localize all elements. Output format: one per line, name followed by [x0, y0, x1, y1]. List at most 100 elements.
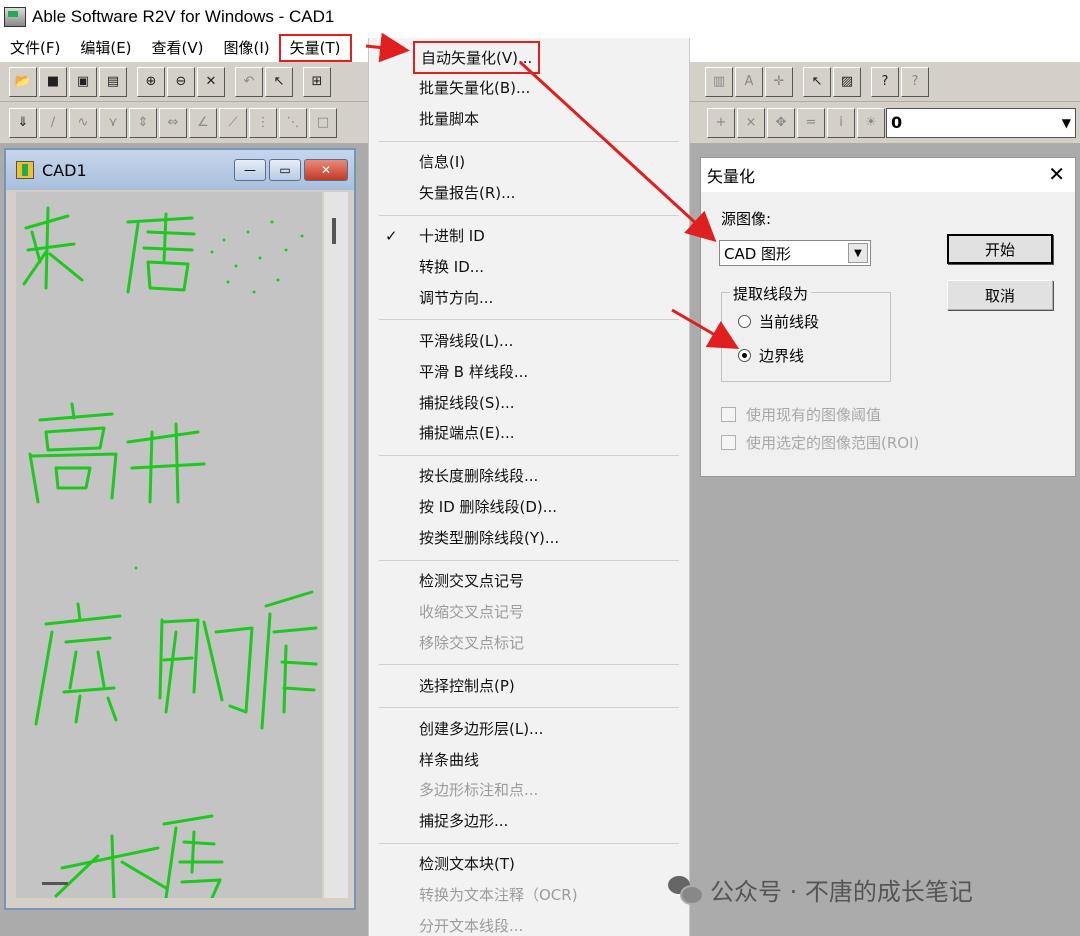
close-button[interactable]: ✕	[304, 159, 348, 181]
menu-item-label: 检测文本块(T)	[419, 855, 515, 874]
layer-select[interactable]: 0 ▼	[886, 107, 1076, 138]
radio-boundary[interactable]: 边界线	[738, 345, 804, 366]
checkbox-use-threshold[interactable]: 使用现有的图像阈值	[721, 404, 881, 425]
vectorize-dialog: 矢量化 ✕ 源图像: CAD 图形 ▼ 开始 取消 提取线段为 当前线段 边界线…	[700, 157, 1076, 477]
vector-menu-item[interactable]: 转换为文本注释（OCR)	[369, 880, 689, 910]
vector-menu-item[interactable]: 移除交叉点标记	[369, 627, 689, 657]
vector-menu-item[interactable]: 信息(I)	[369, 147, 689, 177]
menu-vector[interactable]: 矢量(T)	[278, 34, 352, 62]
vector-menu-item[interactable]: 批量矢量化(B)...	[369, 73, 689, 103]
select-node-icon[interactable]: ↖	[803, 66, 831, 97]
box-icon[interactable]: □	[309, 107, 337, 138]
split-vertical-icon[interactable]: ⇕	[129, 107, 157, 138]
horizontal-scroll-thumb[interactable]	[42, 882, 68, 885]
document-icon	[16, 161, 34, 179]
vector-menu-item[interactable]: 多边形标注和点...	[369, 775, 689, 805]
node-grid-icon[interactable]: ⋮	[249, 107, 277, 138]
help-icon[interactable]: ?	[871, 66, 899, 97]
menu-item-label: 创建多边形层(L)...	[419, 719, 544, 738]
id-icon[interactable]: i	[827, 107, 855, 138]
vector-menu-item[interactable]: 调节方向...	[369, 282, 689, 312]
checkbox-use-roi[interactable]: 使用选定的图像范围(ROI)	[721, 432, 919, 453]
window-title: Able Software R2V for Windows - CAD1	[32, 7, 335, 26]
open-icon[interactable]: 📂	[9, 66, 37, 97]
vertical-scrollbar[interactable]	[324, 192, 348, 898]
menu-image[interactable]: 图像(I)	[214, 35, 280, 61]
menu-edit[interactable]: 编辑(E)	[70, 35, 141, 61]
edit-tool-icon[interactable]: ⇓	[9, 107, 37, 138]
vector-menu-item[interactable]: 检测文本块(T)	[369, 849, 689, 879]
chevron-down-icon: ▼	[848, 243, 868, 263]
select-vector-icon[interactable]: ✕	[197, 66, 225, 97]
vector-menu-item[interactable]: 收缩交叉点记号	[369, 596, 689, 626]
text-block-icon[interactable]: ▥	[705, 66, 733, 97]
maximize-button[interactable]: ▭	[269, 159, 301, 181]
menu-item-label: 平滑 B 样线段...	[419, 362, 529, 381]
split-horizontal-icon[interactable]: ⇔	[159, 107, 187, 138]
draw-line-icon[interactable]: ∕	[39, 107, 67, 138]
zoom-out-icon[interactable]: ⊖	[167, 66, 195, 97]
minimize-button[interactable]: —	[234, 159, 266, 181]
vector-menu-item[interactable]: 分开文本线段...	[369, 911, 689, 936]
radio-current-indicator[interactable]	[738, 315, 751, 328]
close-icon[interactable]: ✕	[1048, 162, 1065, 186]
select-polygon-icon[interactable]: ▨	[833, 66, 861, 97]
vector-menu-item[interactable]: 按长度删除线段...	[369, 461, 689, 491]
scroll-thumb[interactable]	[332, 218, 336, 244]
menu-file[interactable]: 文件(F)	[0, 35, 70, 61]
vector-menu-item[interactable]: 转换 ID...	[369, 251, 689, 281]
vector-menu-item[interactable]: 批量脚本	[369, 104, 689, 134]
cancel-button[interactable]: 取消	[947, 280, 1053, 310]
rotate-line-icon[interactable]: ⟋	[219, 107, 247, 138]
vector-menu-item[interactable]: 样条曲线	[369, 744, 689, 774]
menu-item-label: 调节方向...	[419, 288, 494, 307]
radio-boundary-indicator[interactable]	[738, 349, 751, 362]
join-line-icon[interactable]: ⋎	[99, 107, 127, 138]
checkbox-threshold-box[interactable]	[721, 407, 736, 422]
stroke	[54, 834, 168, 898]
menu-item-label: 选择控制点(P)	[419, 676, 515, 695]
extract-segments-group: 提取线段为 当前线段 边界线	[721, 283, 891, 382]
save-image-icon[interactable]: ▤	[99, 66, 127, 97]
vector-menu-item[interactable]: 捕捉端点(E)...	[369, 418, 689, 448]
move-node-icon[interactable]: ✥	[767, 107, 795, 138]
undo-icon[interactable]: ↶	[235, 66, 263, 97]
context-help-icon[interactable]: ?	[901, 66, 929, 97]
id-equal-icon[interactable]: =	[797, 107, 825, 138]
delete-node-icon[interactable]: ×	[737, 107, 765, 138]
vector-menu-item[interactable]: 平滑 B 样线段...	[369, 356, 689, 386]
image-canvas[interactable]	[16, 192, 322, 898]
source-image-select[interactable]: CAD 图形 ▼	[719, 240, 871, 266]
start-button[interactable]: 开始	[947, 234, 1053, 264]
vector-menu-item[interactable]: 捕捉多边形...	[369, 806, 689, 836]
vector-menu-item[interactable]: 按类型删除线段(Y)...	[369, 523, 689, 553]
pointer-icon[interactable]: ↖	[265, 66, 293, 97]
vector-menu-item[interactable]: ✓ 十进制 ID	[369, 221, 689, 251]
break-line-icon[interactable]: ⋱	[279, 107, 307, 138]
checkbox-roi-box[interactable]	[721, 435, 736, 450]
radio-current-segment[interactable]: 当前线段	[738, 311, 819, 332]
vector-menu-item[interactable]: 按 ID 删除线段(D)...	[369, 492, 689, 522]
draw-curve-icon[interactable]: ∿	[69, 107, 97, 138]
open-image-icon[interactable]: ▣	[69, 66, 97, 97]
app-icon	[4, 7, 26, 27]
vector-menu-item[interactable]: 自动矢量化(V)...	[369, 40, 689, 74]
menu-separator	[379, 319, 679, 321]
ocr-icon[interactable]: A	[735, 66, 763, 97]
vector-menu-item[interactable]: 创建多边形层(L)...	[369, 713, 689, 743]
watermark: 公众号 · 不唐的成长笔记	[668, 872, 973, 907]
light-icon[interactable]: ☀	[857, 107, 885, 138]
save-icon[interactable]: ■	[39, 66, 67, 97]
vector-menu-item[interactable]: 检测交叉点记号	[369, 566, 689, 596]
vector-menu-item[interactable]: 选择控制点(P)	[369, 670, 689, 700]
vector-menu-item[interactable]: 矢量报告(R)...	[369, 178, 689, 208]
add-node-icon[interactable]: +	[707, 107, 735, 138]
zoom-in-icon[interactable]: ⊕	[137, 66, 165, 97]
menu-view[interactable]: 查看(V)	[142, 35, 214, 61]
layer-icon[interactable]: ⊞	[303, 66, 331, 97]
extend-line-icon[interactable]: ∠	[189, 107, 217, 138]
vector-menu-item[interactable]: 捕捉线段(S)...	[369, 387, 689, 417]
vector-menu-item[interactable]: 平滑线段(L)...	[369, 325, 689, 355]
menu-separator	[379, 214, 679, 216]
crosshair-icon[interactable]: ✛	[765, 66, 793, 97]
